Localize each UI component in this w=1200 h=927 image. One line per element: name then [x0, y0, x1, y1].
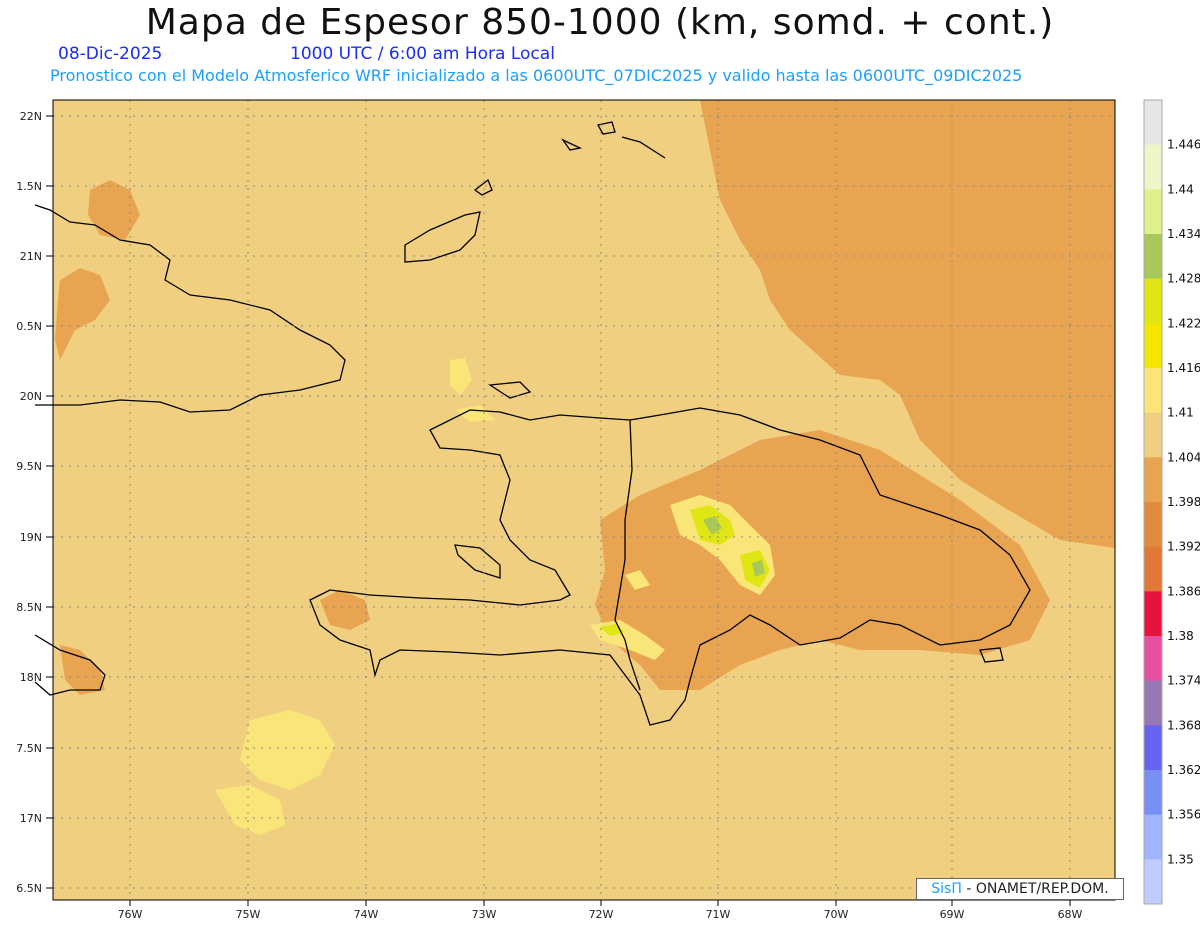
colorbar-swatch — [1144, 234, 1162, 280]
colorbar-label: 1.362 — [1167, 763, 1200, 777]
colorbar-swatch — [1144, 770, 1162, 816]
colorbar-label: 1.428 — [1167, 272, 1200, 286]
lat-label: 21N — [20, 250, 42, 263]
colorbar-label: 1.386 — [1167, 584, 1200, 598]
colorbar-swatch — [1144, 680, 1162, 726]
colorbar-swatch — [1144, 368, 1162, 414]
lon-label: 69W — [940, 908, 965, 921]
lat-label: 7.5N — [16, 742, 42, 755]
lat-label: 8.5N — [16, 601, 42, 614]
colorbar-swatch — [1144, 546, 1162, 592]
lat-label: 1.5N — [16, 180, 42, 193]
colorbar-swatch — [1144, 189, 1162, 235]
lat-label: 0.5N — [16, 320, 42, 333]
colorbar-label: 1.398 — [1167, 495, 1200, 509]
lat-label: 19N — [20, 531, 42, 544]
lat-label: 22N — [20, 110, 42, 123]
colorbar-swatch — [1144, 412, 1162, 458]
colorbar-swatch — [1144, 859, 1162, 905]
colorbar-label: 1.35 — [1167, 852, 1194, 866]
colorbar-label: 1.392 — [1167, 540, 1200, 554]
lon-label: 70W — [824, 908, 849, 921]
thickness-map: 22N 1.5N 21N 0.5N 20N 9.5N 19N 8.5N 18N 7.5N 17N 6.… — [16, 99, 1200, 921]
lat-label: 9.5N — [16, 460, 42, 473]
credit-brand: SisΠ — [931, 881, 962, 897]
lat-label: 17N — [20, 812, 42, 825]
colorbar-swatch — [1144, 457, 1162, 503]
colorbar-swatch — [1144, 591, 1162, 637]
colorbar-swatch — [1144, 278, 1162, 324]
lat-label: 20N — [20, 390, 42, 403]
colorbar-swatch — [1144, 323, 1162, 369]
credit-box: SisΠ - ONAMET/REP.DOM. — [916, 878, 1124, 900]
colorbar-label: 1.446 — [1167, 138, 1200, 152]
lat-label: 6.5N — [16, 882, 42, 895]
colorbar-label: 1.422 — [1167, 316, 1200, 330]
colorbar-label: 1.356 — [1167, 808, 1200, 822]
colorbar-swatch — [1144, 814, 1162, 860]
colorbar-label: 1.416 — [1167, 361, 1200, 375]
colorbar-label: 1.404 — [1167, 450, 1200, 464]
lon-label: 71W — [706, 908, 731, 921]
colorbar-swatch — [1144, 502, 1162, 548]
lon-label: 74W — [354, 908, 379, 921]
colorbar-swatch — [1144, 636, 1162, 682]
credit-text: - ONAMET/REP.DOM. — [966, 881, 1109, 897]
colorbar: 1.446 1.44 1.434 1.428 1.422 1.416 1.41 1.404 1.… — [1143, 99, 1200, 905]
colorbar-label: 1.434 — [1167, 227, 1200, 241]
lon-label: 75W — [236, 908, 261, 921]
colorbar-label: 1.38 — [1167, 629, 1194, 643]
colorbar-swatch — [1144, 100, 1162, 146]
lon-label: 72W — [589, 908, 614, 921]
latitude-labels: 22N 1.5N 21N 0.5N 20N 9.5N 19N 8.5N 18N 7.5N 17N 6.… — [16, 110, 53, 895]
lat-label: 18N — [20, 671, 42, 684]
colorbar-label: 1.44 — [1167, 182, 1194, 196]
colorbar-label: 1.368 — [1167, 718, 1200, 732]
lon-label: 76W — [118, 908, 143, 921]
lon-label: 68W — [1058, 908, 1083, 921]
longitude-labels: 76W 75W 74W 73W 72W 71W 70W 69W 68W — [118, 900, 1083, 921]
colorbar-label: 1.374 — [1167, 674, 1200, 688]
colorbar-swatch — [1144, 725, 1162, 771]
colorbar-swatch — [1144, 144, 1162, 190]
lon-label: 73W — [472, 908, 497, 921]
colorbar-label: 1.41 — [1167, 406, 1194, 420]
